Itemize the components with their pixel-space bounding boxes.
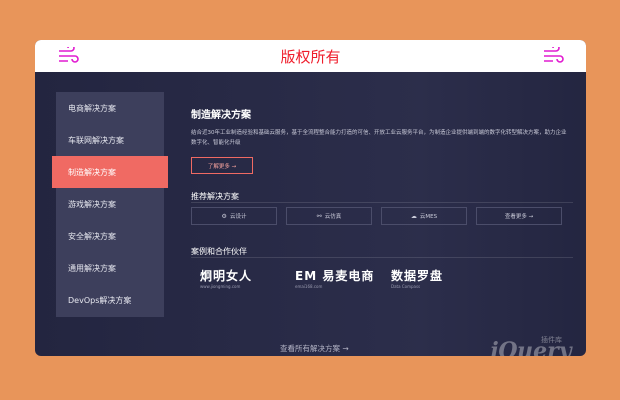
sidebar-item-ecommerce[interactable]: 电商解决方案 [56, 92, 164, 124]
sidebar-item-label: 制造解决方案 [68, 167, 116, 177]
solution-heading-wrap: 制造解决方案 [191, 106, 571, 121]
sidebar-item-iov[interactable]: 车联网解决方案 [56, 124, 164, 156]
sidebar-item-manufacturing[interactable]: 制造解决方案 [52, 156, 168, 188]
sidebar-item-security[interactable]: 安全解决方案 [56, 220, 164, 252]
view-all-solutions-link[interactable]: 查看所有解决方案 → [280, 343, 349, 354]
sidebar-item-label: DevOps解决方案 [68, 295, 132, 305]
partner-sub: www.jiongming.com [200, 284, 241, 289]
sidebar-item-label: 电商解决方案 [68, 103, 116, 113]
page-title: 版权所有 [280, 47, 341, 66]
partner-name: 炯明女人 [200, 269, 253, 283]
wind-icon [59, 47, 79, 63]
sidebar-item-label: 安全解决方案 [68, 231, 116, 241]
partner-sub: Data Compass [391, 284, 421, 289]
solutions-card: 版权所有 电商解决方案 车联网解决方案 制造解决方案 游戏解决方案 安全解决方案… [35, 40, 586, 356]
sidebar-item-label: 游戏解决方案 [68, 199, 116, 209]
chip-label: 云设计 [229, 214, 247, 220]
recommended-cloud-design[interactable]: ⚙ 云设计 [191, 207, 277, 225]
chip-label: 云MES [419, 214, 438, 220]
solutions-sidebar: 电商解决方案 车联网解决方案 制造解决方案 游戏解决方案 安全解决方案 通用解决… [52, 92, 168, 317]
partner-name: 数据罗盘 [391, 269, 444, 283]
learn-more-button[interactable]: 了解更多 → [191, 157, 253, 174]
partner-sub: emai168.com [295, 284, 323, 289]
sidebar-item-general[interactable]: 通用解决方案 [56, 252, 164, 284]
partner-name: EM 易麦电商 [295, 269, 375, 283]
title-bar: 版权所有 [35, 40, 586, 72]
partners-title: 案例和合作伙伴 [191, 247, 247, 256]
watermark-sub: 插件库 [541, 336, 562, 344]
gear-icon: ⚙ [221, 212, 227, 220]
sidebar-item-label: 通用解决方案 [68, 263, 116, 273]
sidebar-item-gaming[interactable]: 游戏解决方案 [56, 188, 164, 220]
recommended-title: 推荐解决方案 [191, 192, 239, 201]
wind-icon [544, 47, 564, 63]
recommended-cloud-mes[interactable]: ☁ 云MES [381, 207, 467, 225]
chip-label: 云仿真 [324, 214, 342, 220]
partner-logo-datacompass: 数据罗盘 Data Compass [391, 267, 443, 289]
partner-logo-jiongming: 炯明女人 www.jiongming.com [200, 267, 252, 289]
cloud-icon: ☁ [410, 212, 417, 220]
link-icon: ⚯ [316, 212, 322, 220]
sidebar-item-label: 车联网解决方案 [68, 135, 124, 145]
recommended-cloud-simulation[interactable]: ⚯ 云仿真 [286, 207, 372, 225]
divider [191, 202, 573, 203]
solution-heading: 制造解决方案 [191, 110, 251, 121]
sidebar-item-devops[interactable]: DevOps解决方案 [56, 284, 164, 316]
divider [191, 257, 573, 258]
view-more-button[interactable]: 查看更多 → [476, 207, 562, 225]
partner-logo-emai: EM 易麦电商 emai168.com [295, 267, 374, 289]
solution-description: 结合近30年工业制造经验和基础云服务，基于全流程整合能力打造的可信、开放工业云服… [191, 130, 567, 146]
chip-label: 查看更多 → [504, 214, 534, 220]
